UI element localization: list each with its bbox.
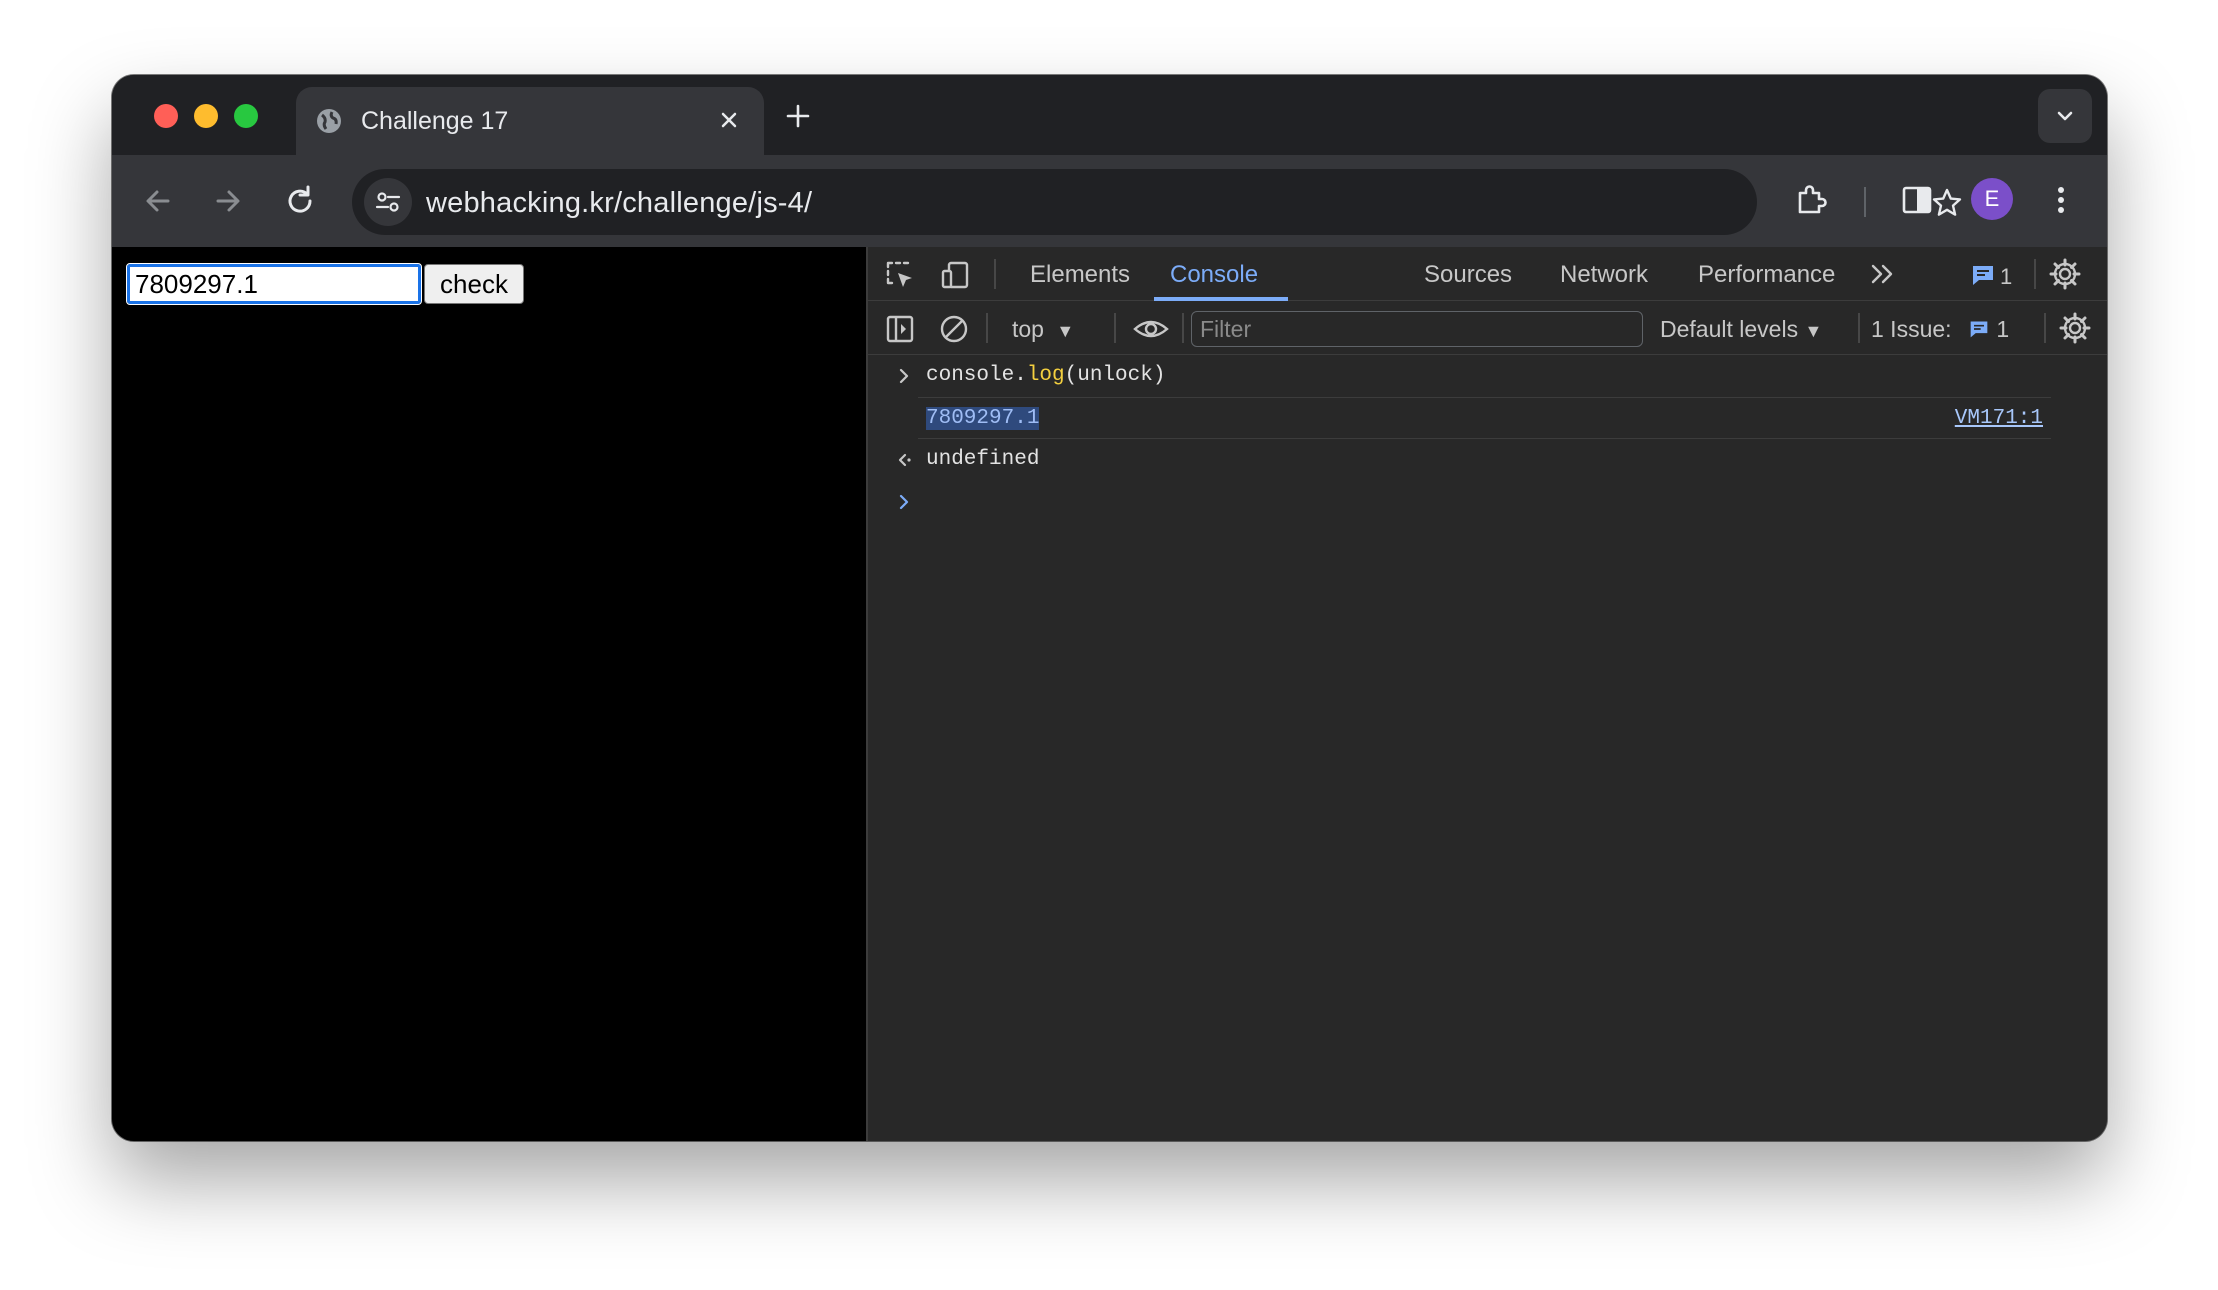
toolbar-divider <box>1864 187 1866 217</box>
tab-search-button[interactable] <box>2038 89 2092 143</box>
forward-arrow-icon[interactable] <box>208 181 248 221</box>
browser-window: Challenge 17 webhacking.kr/challenge/js-… <box>112 75 2107 1141</box>
more-vertical-icon[interactable] <box>2049 181 2073 219</box>
inspect-element-icon[interactable] <box>884 259 916 291</box>
url-text: webhacking.kr/challenge/js-4/ <box>426 187 813 219</box>
tab-console[interactable]: Console <box>1170 261 1258 289</box>
address-bar[interactable]: webhacking.kr/challenge/js-4/ <box>352 169 1962 235</box>
message-icon[interactable] <box>1970 263 1996 287</box>
toolbar-separator <box>1858 313 1860 343</box>
tab-elements[interactable]: Elements <box>1030 261 1130 289</box>
extensions-puzzle-icon[interactable] <box>1792 181 1830 219</box>
new-tab-icon[interactable] <box>782 100 814 132</box>
issues-button[interactable]: 1 Issue: 1 <box>1871 316 2009 343</box>
log-value[interactable]: 7809297.1 <box>926 407 1040 430</box>
close-icon[interactable] <box>714 105 744 135</box>
return-value: undefined <box>926 448 1040 471</box>
console-output: console.log(unlock) 7809297.1 VM171:1 un… <box>868 355 2107 523</box>
devtools-tab-bar: Elements Console Sources Network Perform… <box>868 247 2107 301</box>
reload-icon[interactable] <box>280 181 320 221</box>
close-window-button[interactable] <box>154 104 178 128</box>
check-button[interactable]: check <box>424 264 524 304</box>
tab-performance[interactable]: Performance <box>1698 261 1835 289</box>
back-arrow-icon[interactable] <box>138 181 178 221</box>
device-toolbar-icon[interactable] <box>940 259 974 291</box>
console-settings-gear-icon[interactable] <box>2058 311 2092 345</box>
tab-separator <box>994 259 996 289</box>
site-info-button[interactable] <box>364 178 412 226</box>
console-return-line: undefined <box>868 439 2107 481</box>
console-toolbar: top ▼ Default levels ▼ 1 Issue: 1 <box>868 301 2107 355</box>
dropdown-caret-icon: ▼ <box>1804 321 1823 341</box>
log-output: 7809297.1 <box>926 407 1040 430</box>
tab-challenge[interactable]: Challenge 17 <box>296 87 764 155</box>
command-object: console. <box>926 364 1027 387</box>
more-tabs-chevron-icon[interactable] <box>1868 261 1898 287</box>
tune-icon <box>375 192 401 212</box>
browser-toolbar: webhacking.kr/challenge/js-4/ E <box>112 155 2107 247</box>
toolbar-separator <box>986 313 988 343</box>
minimize-window-button[interactable] <box>194 104 218 128</box>
return-arrow-icon <box>898 453 911 467</box>
tab-strip: Challenge 17 <box>112 75 2107 155</box>
toolbar-separator <box>2044 313 2046 343</box>
issues-count: 1 <box>1996 316 2010 342</box>
issues-label: 1 Issue: <box>1871 316 1952 342</box>
devtools-panel: Elements Console Sources Network Perform… <box>866 247 2107 1141</box>
tab-title: Challenge 17 <box>361 107 509 135</box>
console-log-line: 7809297.1 VM171:1 <box>918 397 2051 439</box>
toolbar-separator <box>1182 313 1184 343</box>
dropdown-caret-icon: ▼ <box>1056 321 1075 341</box>
profile-avatar[interactable]: E <box>1971 178 2013 220</box>
sidebar-toggle-icon[interactable] <box>884 313 916 345</box>
message-count: 1 <box>2000 264 2013 289</box>
prompt-chevron-icon <box>899 494 909 510</box>
maximize-window-button[interactable] <box>234 104 258 128</box>
globe-icon <box>317 109 341 133</box>
log-levels-dropdown[interactable]: Default levels ▼ <box>1660 316 1822 343</box>
chevron-right-icon <box>899 368 909 384</box>
settings-gear-icon[interactable] <box>2048 257 2082 291</box>
context-label: top <box>1012 316 1044 342</box>
toolbar-separator <box>1114 313 1116 343</box>
page-viewport: check <box>112 247 866 1141</box>
tab-network[interactable]: Network <box>1560 261 1648 289</box>
command-args: (unlock) <box>1064 364 1166 387</box>
filter-input[interactable] <box>1191 311 1643 347</box>
issue-message-icon <box>1970 321 1988 338</box>
console-command: console.log(unlock) <box>926 364 1165 387</box>
tab-sources[interactable]: Sources <box>1424 261 1512 289</box>
side-panel-icon[interactable] <box>1898 181 1936 219</box>
command-function: log <box>1026 364 1065 387</box>
live-expression-eye-icon[interactable] <box>1132 313 1170 345</box>
clear-console-icon[interactable] <box>938 313 970 345</box>
console-input-line: console.log(unlock) <box>868 355 2107 397</box>
context-selector[interactable]: top ▼ <box>1012 316 1074 343</box>
unlock-input[interactable] <box>126 263 422 305</box>
console-prompt-line[interactable] <box>868 481 2107 523</box>
log-levels-label: Default levels <box>1660 316 1799 342</box>
more-vertical-icon[interactable] <box>2104 259 2107 291</box>
source-link[interactable]: VM171:1 <box>1955 407 2043 430</box>
chevron-down-icon <box>2057 111 2073 121</box>
tab-separator <box>2034 259 2036 289</box>
